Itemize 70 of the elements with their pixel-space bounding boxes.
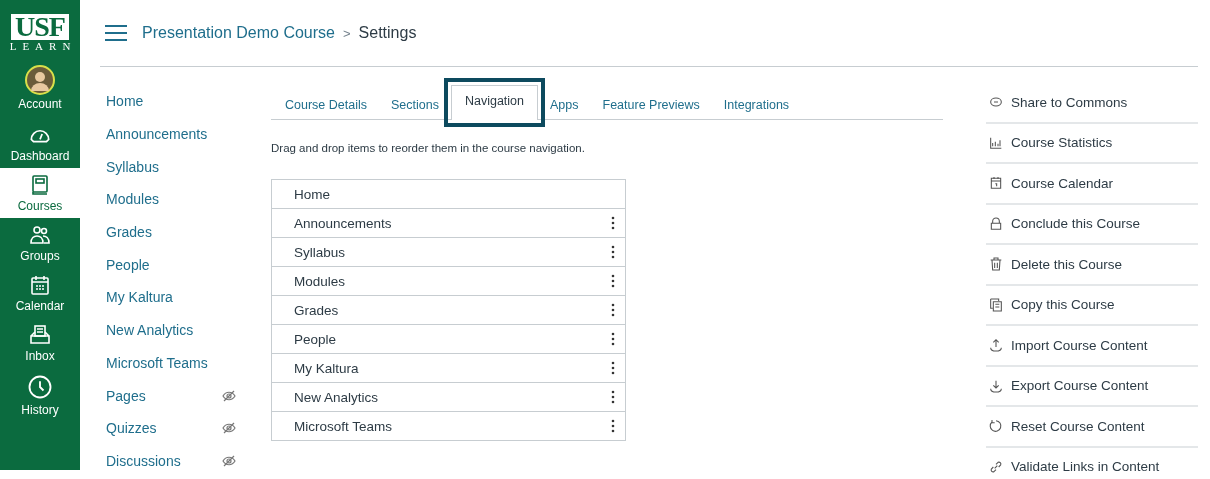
kebab-menu-icon[interactable] bbox=[611, 419, 615, 433]
course-nav-link[interactable]: My Kaltura bbox=[106, 281, 236, 314]
global-nav-item[interactable]: Courses bbox=[0, 168, 80, 218]
instructions-text: Drag and drop items to reorder them in the course navigation. bbox=[271, 142, 586, 154]
breadcrumb-current: Settings bbox=[358, 24, 417, 42]
course-nav-link[interactable]: People bbox=[106, 248, 236, 282]
course-nav-link[interactable]: Grades bbox=[106, 215, 236, 249]
trash-icon bbox=[988, 256, 1004, 273]
navigation-item: Grades bbox=[294, 302, 339, 318]
course-nav-link[interactable]: New Analytics bbox=[106, 313, 236, 347]
global-nav-item[interactable]: Calendar bbox=[0, 268, 80, 318]
calendar-icon bbox=[28, 273, 52, 297]
global-nav-item[interactable]: Groups bbox=[0, 218, 80, 268]
sidebar-action-link[interactable]: Import Course Content bbox=[986, 326, 1198, 367]
course-nav-link[interactable]: Announcements bbox=[106, 117, 236, 151]
course-nav-link[interactable]: Modules bbox=[106, 183, 236, 216]
kebab-menu-icon[interactable] bbox=[611, 274, 615, 288]
kebab-menu-icon[interactable] bbox=[611, 245, 615, 259]
course-nav-link[interactable]: Pages bbox=[106, 379, 236, 412]
navigation-item: My Kaltura bbox=[294, 360, 359, 376]
sidebar-action-link[interactable]: Validate Links in Content bbox=[986, 447, 1198, 479]
navigation-item: Syllabus bbox=[294, 244, 346, 260]
clock-icon bbox=[26, 373, 54, 401]
kebab-menu-icon[interactable] bbox=[611, 216, 615, 230]
breadcrumb-separator: > bbox=[343, 25, 351, 41]
navigation-item: Home bbox=[294, 186, 330, 202]
sidebar-action-link[interactable]: Export Course Content bbox=[986, 366, 1198, 407]
inbox-icon bbox=[28, 323, 52, 347]
copy-icon bbox=[988, 296, 1004, 313]
global-nav-item[interactable]: History bbox=[0, 368, 80, 422]
menu-icon[interactable] bbox=[104, 24, 128, 42]
link-icon bbox=[988, 458, 1004, 475]
kebab-menu-icon[interactable] bbox=[611, 390, 615, 404]
logo-subtitle: LEARN bbox=[9, 40, 77, 52]
kebab-menu-icon[interactable] bbox=[611, 332, 615, 346]
course-nav-link[interactable]: Quizzes bbox=[106, 411, 236, 445]
lock-icon bbox=[988, 215, 1004, 232]
tab[interactable]: Integrations bbox=[711, 89, 802, 120]
sidebar-action-link[interactable]: Reset Course Content bbox=[986, 407, 1198, 448]
navigation-item: Modules bbox=[294, 273, 346, 289]
logo-title: USF bbox=[11, 14, 69, 40]
course-nav-link[interactable]: Home bbox=[106, 85, 236, 118]
course-nav-link[interactable]: Syllabus bbox=[106, 150, 236, 184]
navigation-item: People bbox=[294, 331, 337, 347]
tab[interactable]: Sections bbox=[379, 89, 451, 120]
global-nav-item[interactable]: Inbox bbox=[0, 318, 80, 368]
sidebar-action-link[interactable]: Course Calendar bbox=[986, 164, 1198, 205]
navigation-item: Microsoft Teams bbox=[294, 418, 393, 434]
calendar-icon bbox=[988, 175, 1004, 192]
reset-icon bbox=[988, 418, 1004, 435]
sidebar-action-link[interactable]: Course Statistics bbox=[986, 123, 1198, 164]
navigation-item: New Analytics bbox=[294, 389, 379, 405]
sidebar-action-link[interactable]: Share to Commons bbox=[986, 83, 1198, 124]
tab[interactable]: Feature Previews bbox=[590, 89, 712, 120]
course-nav-link[interactable]: Microsoft Teams bbox=[106, 346, 236, 380]
sidebar-action-link[interactable]: Delete this Course bbox=[986, 245, 1198, 286]
global-nav-item[interactable]: Dashboard bbox=[0, 116, 80, 168]
tab[interactable]: Course Details bbox=[273, 89, 379, 120]
people-icon bbox=[27, 223, 53, 247]
sidebar-action-link[interactable]: Copy this Course bbox=[986, 285, 1198, 326]
avatar-icon bbox=[25, 65, 55, 95]
kebab-menu-icon[interactable] bbox=[611, 303, 615, 317]
course-nav-link[interactable]: Discussions bbox=[106, 444, 236, 478]
tab[interactable]: Apps bbox=[538, 89, 591, 120]
sidebar-action-link[interactable]: Conclude this Course bbox=[986, 204, 1198, 245]
kebab-menu-icon[interactable] bbox=[611, 361, 615, 375]
global-nav-item[interactable]: Account bbox=[0, 60, 80, 116]
breadcrumb-link[interactable]: Presentation Demo Course bbox=[142, 24, 335, 42]
upload-icon bbox=[988, 337, 1004, 354]
navigation-item: Announcements bbox=[294, 215, 392, 231]
